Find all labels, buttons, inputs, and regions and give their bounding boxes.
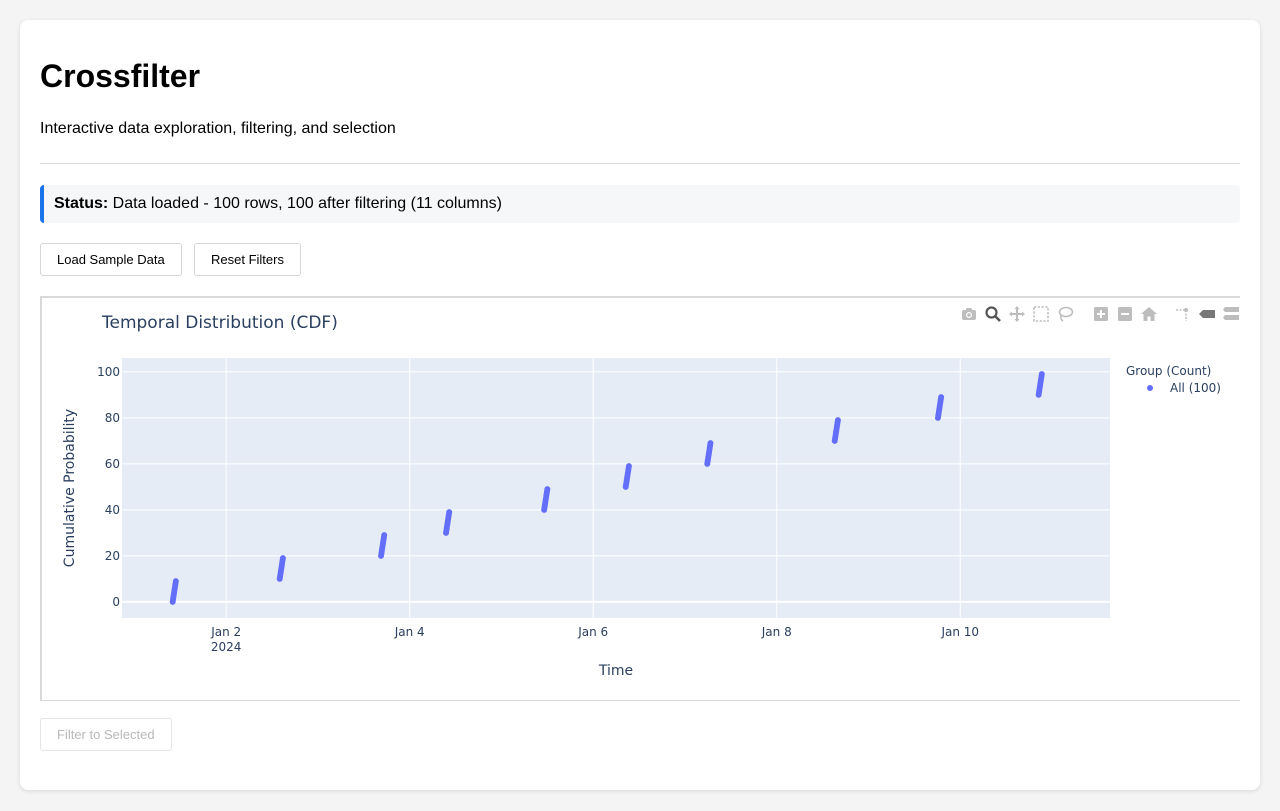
x-tick-sublabel: 2024: [211, 640, 242, 654]
plot-area: [122, 358, 1110, 618]
data-point: [1038, 371, 1045, 378]
x-tick-label: Jan 10: [940, 625, 979, 639]
status-text: Data loaded - 100 rows, 100 after filter…: [108, 195, 502, 212]
legend-item: All (100): [1170, 381, 1221, 395]
page-title: Crossfilter: [40, 58, 201, 94]
zoom-icon[interactable]: [984, 305, 1002, 323]
main-card: Crossfilter Interactive data exploration…: [20, 20, 1260, 790]
data-point: [544, 486, 551, 493]
data-point: [381, 532, 388, 539]
box-select-icon[interactable]: [1032, 305, 1050, 323]
y-tick-label: 0: [112, 595, 120, 609]
plot-container[interactable]: Temporal Distribution (CDF) Jan 2 2024 Jan …: [40, 296, 1240, 701]
page-subtitle: Interactive data exploration, filtering,…: [40, 120, 396, 137]
chart-title: Temporal Distribution (CDF): [101, 313, 338, 333]
data-point: [938, 394, 945, 401]
y-tick-label: 100: [97, 365, 120, 379]
y-tick-label: 40: [105, 503, 120, 517]
hover-closest-icon[interactable]: [1198, 305, 1216, 323]
reset-filters-button[interactable]: Reset Filters: [194, 243, 301, 276]
x-tick-label: Jan 2: [210, 625, 241, 639]
x-tick-label: Jan 4: [394, 625, 425, 639]
divider: [40, 163, 1240, 164]
y-tick-label: 20: [105, 549, 120, 563]
load-sample-data-button[interactable]: Load Sample Data: [40, 243, 182, 276]
data-point: [446, 509, 453, 516]
spike-lines-icon[interactable]: [1174, 305, 1192, 323]
cdf-chart[interactable]: Temporal Distribution (CDF) Jan 22024 Jan …: [42, 298, 1240, 700]
data-point: [279, 555, 286, 562]
status-bar: Status: Data loaded - 100 rows, 100 afte…: [40, 185, 1240, 223]
x-tick-label: Jan 6: [577, 625, 608, 639]
reset-axes-icon[interactable]: [1140, 305, 1158, 323]
legend-title: Group (Count): [1126, 364, 1211, 378]
hover-compare-icon[interactable]: [1222, 305, 1240, 323]
zoom-in-icon[interactable]: [1092, 305, 1110, 323]
data-point: [172, 578, 179, 585]
y-tick-label: 60: [105, 457, 120, 471]
y-tick-label: 80: [105, 411, 120, 425]
lasso-select-icon[interactable]: [1056, 305, 1074, 323]
data-point: [707, 440, 714, 447]
zoom-out-icon[interactable]: [1116, 305, 1134, 323]
filter-to-selected-button[interactable]: Filter to Selected: [40, 718, 172, 751]
data-point: [625, 463, 632, 470]
status-label: Status:: [54, 195, 109, 212]
x-axis-label: Time: [598, 663, 633, 679]
data-point: [834, 417, 841, 424]
pan-icon[interactable]: [1008, 305, 1026, 323]
y-axis-label: Cumulative Probability: [62, 409, 78, 567]
legend-marker: [1147, 385, 1153, 391]
camera-icon[interactable]: [960, 305, 978, 323]
x-tick-label: Jan 8: [761, 625, 792, 639]
plot-modebar: [960, 304, 1240, 324]
